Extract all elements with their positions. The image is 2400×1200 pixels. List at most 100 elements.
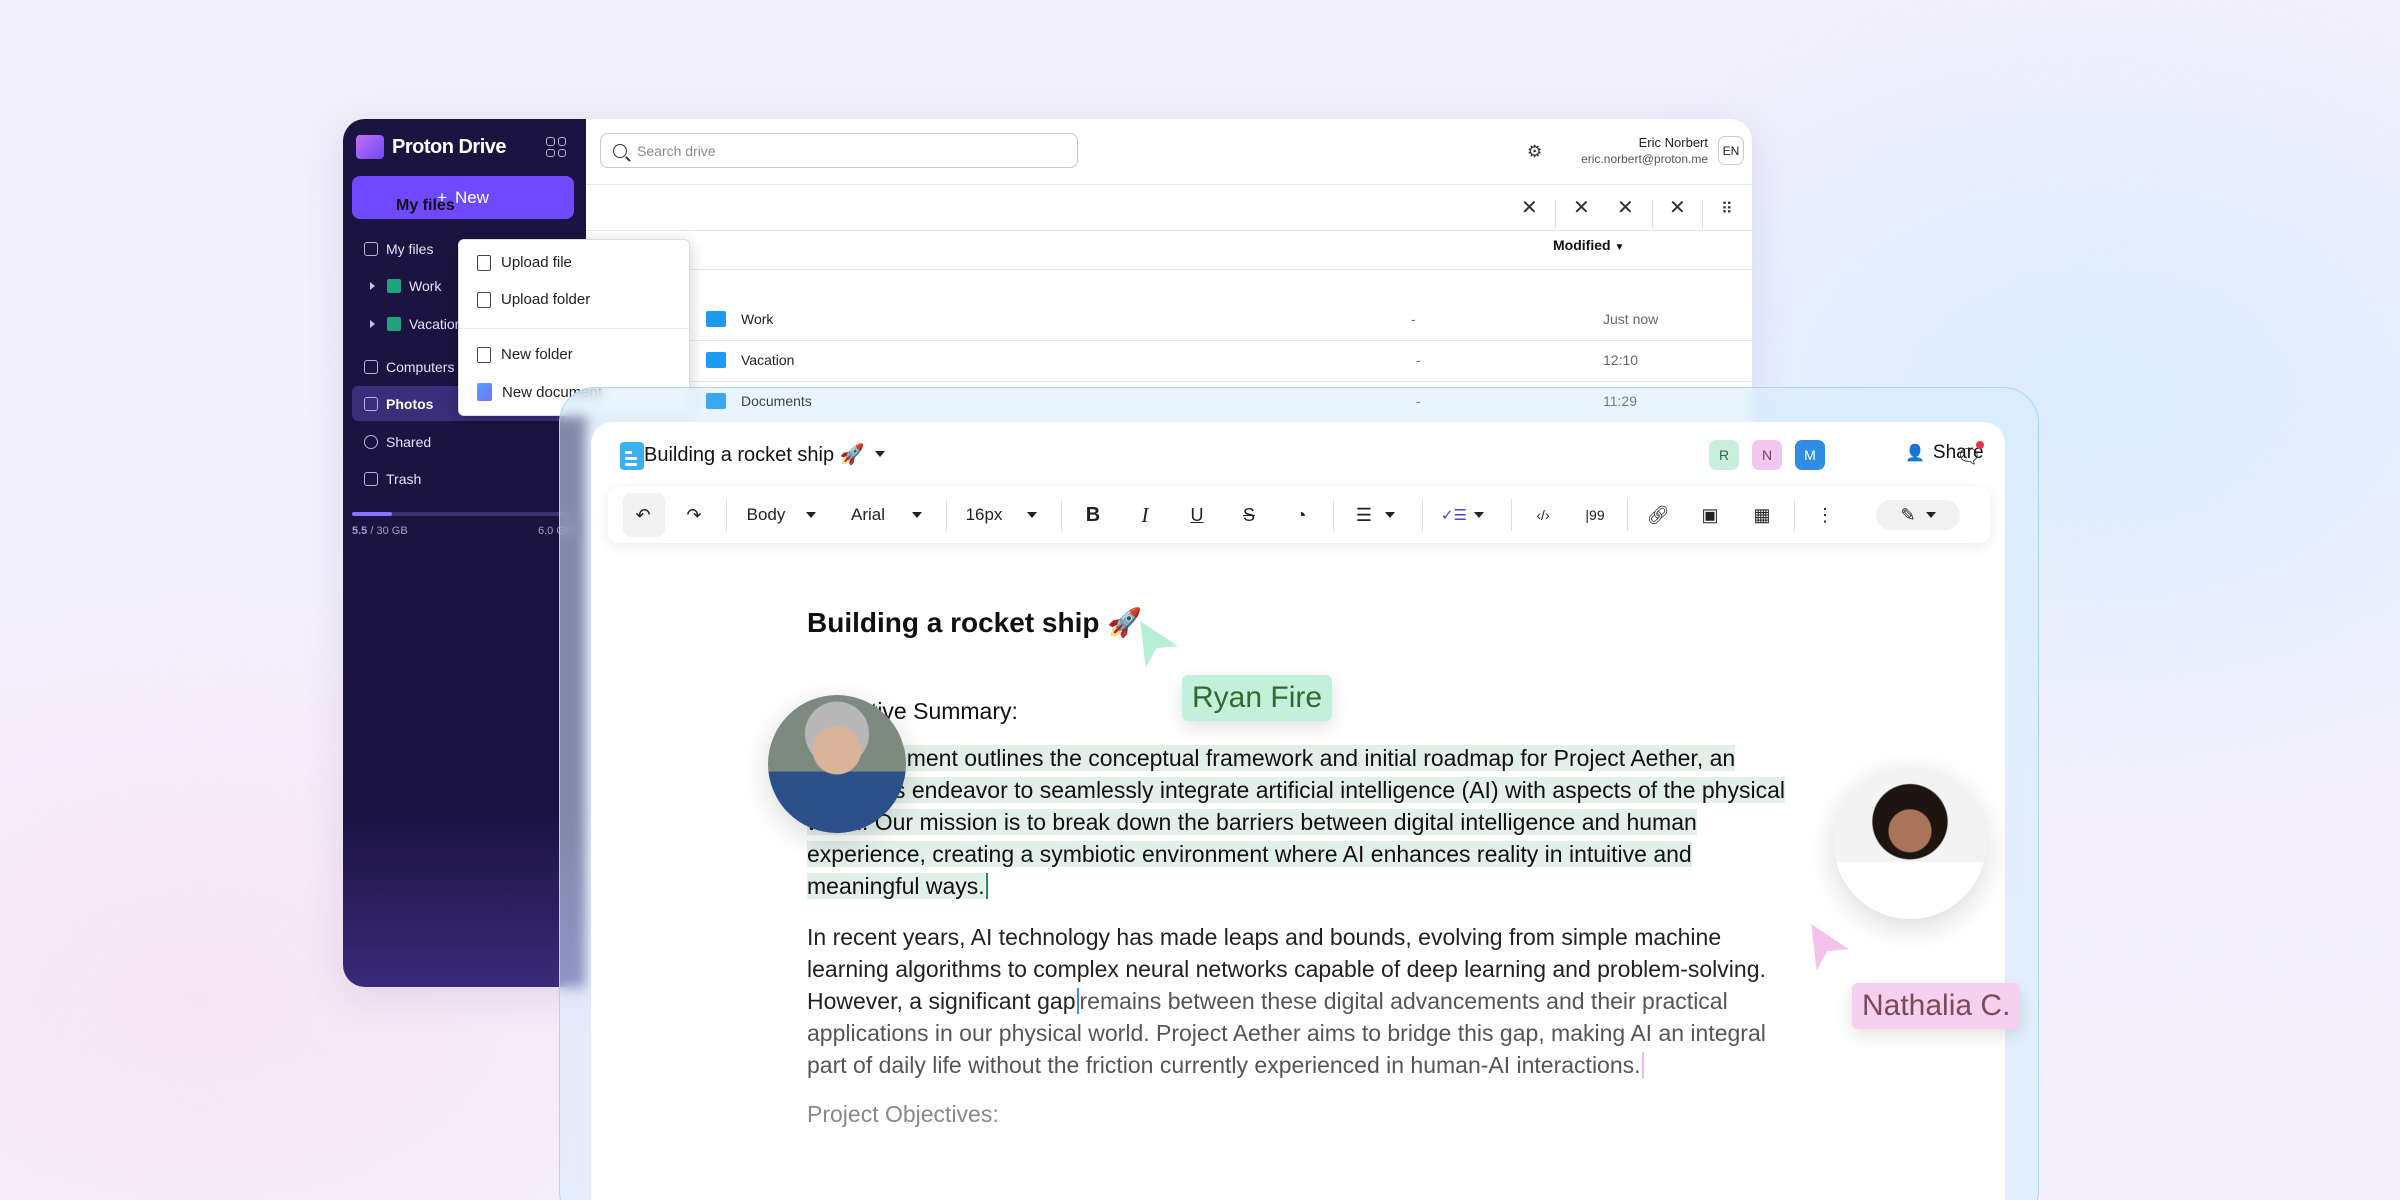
redo-icon[interactable]: ↷ <box>686 487 701 543</box>
text-style-select[interactable]: Body <box>747 487 786 543</box>
menu-item-upload-folder[interactable]: Upload folder <box>477 291 590 308</box>
paragraph-selected[interactable]: This document outlines the conceptual fr… <box>807 742 1797 902</box>
folder-icon <box>387 316 401 331</box>
proton-drive-logo-icon <box>356 135 384 159</box>
table-row[interactable]: Vacation - 12:10 <box>586 340 1752 381</box>
collaborator-avatar-m[interactable]: M <box>1795 440 1825 470</box>
image-icon[interactable]: ▣ <box>1701 487 1718 543</box>
pencil-icon: ✎ <box>1900 504 1916 525</box>
title-dropdown-icon[interactable] <box>875 451 885 457</box>
comments-icon[interactable]: 🗨 <box>1956 441 1985 469</box>
sidebar-item-label: Vacation <box>409 315 463 332</box>
checklist-icon[interactable]: ✓☰ <box>1441 487 1467 543</box>
more-options-icon[interactable]: ⋮ <box>1816 487 1834 543</box>
divider <box>1333 499 1334 531</box>
monitor-icon <box>364 359 378 374</box>
table-icon[interactable]: ▦ <box>1753 487 1770 543</box>
close-icon[interactable]: ✕ <box>1617 195 1634 220</box>
menu-item-label: New folder <box>501 346 573 363</box>
column-header-label: Modified <box>1553 237 1611 253</box>
link-icon <box>364 434 378 449</box>
menu-item-label: Upload folder <box>501 291 591 308</box>
folder-icon <box>387 278 401 293</box>
close-icon[interactable]: ✕ <box>1669 195 1686 220</box>
search-input[interactable]: Search drive <box>600 133 1078 168</box>
divider <box>1422 499 1423 531</box>
sort-caret-icon: ▼ <box>1614 242 1625 253</box>
undo-icon[interactable]: ↶ <box>635 487 650 543</box>
cursor-arrow-icon <box>1808 919 1855 978</box>
storage-progress-fill <box>352 512 392 516</box>
expand-icon[interactable] <box>370 319 375 328</box>
user-avatar[interactable]: EN <box>1718 136 1744 165</box>
chevron-down-icon[interactable] <box>1027 487 1037 543</box>
collaborator-photo-man <box>768 695 906 833</box>
trash-icon <box>364 471 378 486</box>
sidebar-item-label: Trash <box>386 470 422 487</box>
apps-grid-icon[interactable] <box>546 137 566 157</box>
new-button-label: New <box>454 187 489 207</box>
chevron-down-icon[interactable] <box>1474 487 1484 543</box>
chevron-down-icon <box>1925 512 1936 518</box>
user-name: Eric Norbert <box>1638 135 1708 150</box>
font-size-select[interactable]: 16px <box>966 487 1003 543</box>
collaborator-photo-woman <box>1834 767 1986 919</box>
divider <box>1652 200 1653 228</box>
underline-icon[interactable]: U <box>1191 487 1204 543</box>
selected-text: This document outlines the conceptual fr… <box>807 745 1785 899</box>
code-icon[interactable]: ‹/› <box>1536 487 1549 543</box>
strikethrough-icon[interactable]: S <box>1243 487 1255 543</box>
bold-icon[interactable]: B <box>1086 487 1100 543</box>
divider <box>586 230 1752 231</box>
formatting-toolbar: ↶ ↷ Body Arial 16px B I U S ◔ ☰ ✓☰ ‹/› |… <box>608 487 1990 543</box>
chevron-down-icon[interactable] <box>912 487 922 543</box>
sidebar-item-trash[interactable]: Trash <box>352 461 574 496</box>
quote-icon[interactable]: |99 <box>1585 487 1604 543</box>
text-cursor-me <box>1076 988 1079 1014</box>
menu-item-label: Upload file <box>501 254 572 271</box>
expand-icon[interactable] <box>370 281 375 290</box>
settings-gear-icon[interactable]: ⚙ <box>1527 142 1542 162</box>
row-size: - <box>1416 352 1421 368</box>
table-row[interactable]: Documents - 11:29 <box>586 381 1752 422</box>
font-select[interactable]: Arial <box>851 487 885 543</box>
document-title[interactable]: Building a rocket ship 🚀 <box>644 442 865 467</box>
chevron-down-icon[interactable] <box>1385 487 1395 543</box>
collaborator-avatar-r[interactable]: R <box>1709 440 1739 470</box>
brand-name: Proton Drive <box>392 136 507 158</box>
close-icon[interactable]: ✕ <box>1573 195 1590 220</box>
storage-progress <box>352 512 574 516</box>
cursor-label-ryan: Ryan Fire <box>1182 675 1333 721</box>
link-icon[interactable]: 🔗︎ <box>1647 487 1670 543</box>
paragraph[interactable]: In recent years, AI technology has made … <box>807 921 1797 1081</box>
new-button[interactable]: + New <box>352 176 574 219</box>
chevron-down-icon[interactable] <box>806 487 816 543</box>
upload-file-icon <box>477 254 491 271</box>
divider <box>1627 499 1628 531</box>
divider <box>726 499 727 531</box>
sidebar-item-shared[interactable]: Shared <box>352 424 574 459</box>
row-name: Documents <box>741 393 812 409</box>
table-row[interactable]: Work - Just now <box>586 299 1752 340</box>
align-left-icon[interactable]: ☰ <box>1356 487 1372 543</box>
row-modified: 12:10 <box>1603 352 1639 368</box>
page-title: My files <box>396 197 455 214</box>
divider <box>1061 499 1062 531</box>
upload-folder-icon <box>477 291 491 308</box>
row-modified: 11:29 <box>1603 393 1637 409</box>
editing-mode-button[interactable]: ✎ <box>1876 500 1960 530</box>
menu-item-upload-file[interactable]: Upload file <box>477 254 572 271</box>
row-size: - <box>1411 311 1416 327</box>
search-icon <box>613 143 627 158</box>
storage-used: 5.5 / 30 GB <box>352 525 408 537</box>
menu-item-new-folder[interactable]: New folder <box>477 346 573 363</box>
collaborator-avatar-n[interactable]: N <box>1752 440 1782 470</box>
italic-icon[interactable]: I <box>1142 487 1149 543</box>
column-header-modified[interactable]: Modified ▼ <box>1553 237 1624 253</box>
sidebar-item-label: My files <box>386 240 434 257</box>
section-heading: Project Objectives: <box>807 1101 999 1127</box>
palette-icon[interactable]: ◔ <box>1296 487 1307 543</box>
divider <box>586 184 1752 185</box>
grid-view-icon[interactable]: ⠿ <box>1721 199 1733 219</box>
close-icon[interactable]: ✕ <box>1521 195 1538 220</box>
